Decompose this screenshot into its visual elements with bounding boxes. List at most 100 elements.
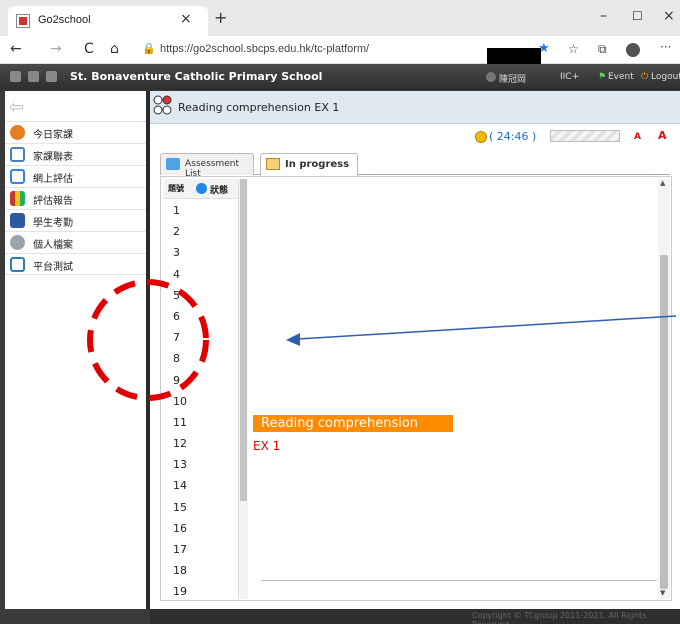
maximize-button[interactable]: ☐ — [632, 9, 643, 23]
reading-comprehension-label: Reading comprehension — [253, 415, 453, 432]
sidebar-item-today-homework[interactable]: 今日家課 — [5, 121, 146, 143]
sidebar-item-label: 今日家課 — [33, 130, 73, 141]
question-table-header: 題號 狀態 — [164, 179, 238, 199]
question-row[interactable]: 18 — [164, 559, 238, 580]
question-row[interactable]: 15 — [164, 496, 238, 517]
profile-avatar[interactable] — [626, 43, 640, 57]
home-button[interactable]: ⌂ — [110, 41, 119, 57]
logo-icon — [28, 71, 39, 82]
new-tab-button[interactable]: + — [214, 8, 227, 27]
question-row[interactable]: 19 — [164, 580, 238, 599]
scrollbar-thumb[interactable] — [660, 255, 668, 589]
logout-icon: ⏻ — [641, 72, 649, 82]
logo-icon — [46, 71, 57, 82]
question-row[interactable]: 8 — [164, 347, 238, 368]
sidebar-item-homework-table[interactable]: 家課聯表 — [5, 143, 146, 165]
timer: ( 24:46 ) — [489, 130, 537, 143]
logout-link[interactable]: Logout — [651, 72, 680, 82]
collections-icon[interactable]: ⧉ — [598, 42, 607, 57]
question-number: 13 — [173, 458, 187, 472]
forward-button[interactable]: → — [50, 41, 62, 57]
title-bar: Reading comprehension EX 1 — [150, 91, 680, 124]
question-number: 9 — [173, 373, 180, 387]
question-number: 1 — [173, 204, 180, 217]
question-number: 6 — [173, 309, 180, 323]
sidebar-item-assessment-report[interactable]: 評估報告 — [5, 187, 146, 209]
question-row[interactable]: 7 — [164, 326, 238, 347]
question-row[interactable]: 3 — [164, 241, 238, 262]
content-scrollbar[interactable]: ▲ ▼ — [658, 179, 670, 599]
question-row[interactable]: 17 — [164, 538, 238, 559]
logo-icon — [10, 71, 21, 82]
tab-assessment-list[interactable]: Assessment List — [160, 153, 254, 179]
sidebar-item-online-assessment[interactable]: 網上評估 — [5, 165, 146, 187]
question-row[interactable]: 5 — [164, 284, 238, 305]
favorites-icon[interactable]: ☆ — [568, 42, 579, 56]
site-favicon-icon — [16, 14, 30, 28]
footer: Copyright © TCgroup 2011-2021. All Right… — [150, 609, 680, 624]
attendance-icon — [10, 213, 25, 228]
question-row[interactable]: 14 — [164, 474, 238, 495]
question-number: 15 — [173, 500, 187, 514]
column-header-number: 題號 — [168, 184, 184, 193]
question-row[interactable]: 6 — [164, 305, 238, 326]
close-window-button[interactable]: × — [663, 8, 675, 24]
sidebar-item-label: 家課聯表 — [33, 152, 73, 163]
question-number: 14 — [173, 479, 187, 493]
sidebar-item-attendance[interactable]: 學生考勤 — [5, 209, 146, 231]
question-table-scrollbar[interactable] — [239, 179, 248, 599]
question-row[interactable]: 13 — [164, 453, 238, 474]
reload-button[interactable]: C — [84, 41, 94, 57]
column-header-status: 狀態 — [210, 186, 229, 196]
tab-in-progress[interactable]: In progress — [260, 153, 358, 176]
edit-icon — [10, 169, 25, 184]
scrollbar-thumb[interactable] — [240, 179, 247, 501]
scroll-up-icon[interactable]: ▲ — [660, 179, 665, 187]
font-increase-button[interactable]: A — [658, 129, 667, 142]
question-row[interactable]: 9 — [164, 369, 238, 390]
sidebar-item-label: 評估報告 — [33, 196, 73, 207]
question-row[interactable]: 10 — [164, 390, 238, 411]
tab-label: In progress — [285, 159, 350, 170]
timer-row: ( 24:46 ) A A — [150, 124, 680, 150]
assessment-content: 題號 狀態 1 2 3 4 5 6 7 8 9 10 11 12 13 14 1… — [160, 176, 672, 601]
divider — [261, 580, 657, 581]
browser-tab[interactable]: Go2school × — [8, 6, 208, 36]
user-name[interactable]: 陳冠岡 — [499, 72, 526, 85]
scroll-down-icon[interactable]: ▼ — [660, 589, 665, 597]
question-row[interactable]: 1 — [164, 199, 238, 220]
timer-progress-bar — [550, 130, 620, 142]
back-button[interactable]: ← — [10, 41, 22, 57]
question-row[interactable]: 4 — [164, 263, 238, 284]
iic-link[interactable]: IIC+ — [560, 72, 579, 82]
school-name: St. Bonaventure Catholic Primary School — [70, 70, 323, 83]
question-number: 2 — [173, 225, 180, 239]
folder-icon — [166, 158, 180, 170]
browser-tab-bar: Go2school × + – ☐ × — [0, 0, 680, 36]
exercise-label: EX 1 — [253, 439, 281, 453]
font-decrease-button[interactable]: A — [634, 132, 641, 142]
question-number: 8 — [173, 352, 180, 366]
question-row[interactable]: 11 — [164, 411, 238, 432]
minimize-button[interactable]: – — [600, 8, 607, 24]
back-arrow-icon[interactable]: ⇦ — [9, 97, 24, 118]
question-number: 4 — [173, 267, 180, 281]
sidebar-item-platform-test[interactable]: 平台測試 — [5, 253, 146, 275]
tab-close-icon[interactable]: × — [180, 11, 192, 27]
question-row[interactable]: 2 — [164, 220, 238, 241]
lock-icon: 🔒 — [142, 42, 156, 55]
sidebar-item-label: 個人檔案 — [33, 240, 73, 251]
user-icon — [486, 72, 496, 82]
question-row[interactable]: 16 — [164, 517, 238, 538]
question-row[interactable]: 12 — [164, 432, 238, 453]
more-menu-icon[interactable]: ··· — [660, 40, 671, 54]
event-link[interactable]: Event — [608, 72, 634, 82]
edit-note-icon — [266, 158, 280, 170]
question-number: 17 — [173, 543, 187, 556]
app-header: St. Bonaventure Catholic Primary School … — [0, 64, 680, 90]
sidebar-item-profile[interactable]: 個人檔案 — [5, 231, 146, 253]
question-number: 16 — [173, 521, 187, 535]
question-number: 10 — [173, 394, 187, 408]
sidebar-menu: 今日家課 家課聯表 網上評估 評估報告 學生考勤 個人檔案 平台測試 — [5, 121, 146, 275]
page-title: Reading comprehension EX 1 — [178, 101, 340, 114]
